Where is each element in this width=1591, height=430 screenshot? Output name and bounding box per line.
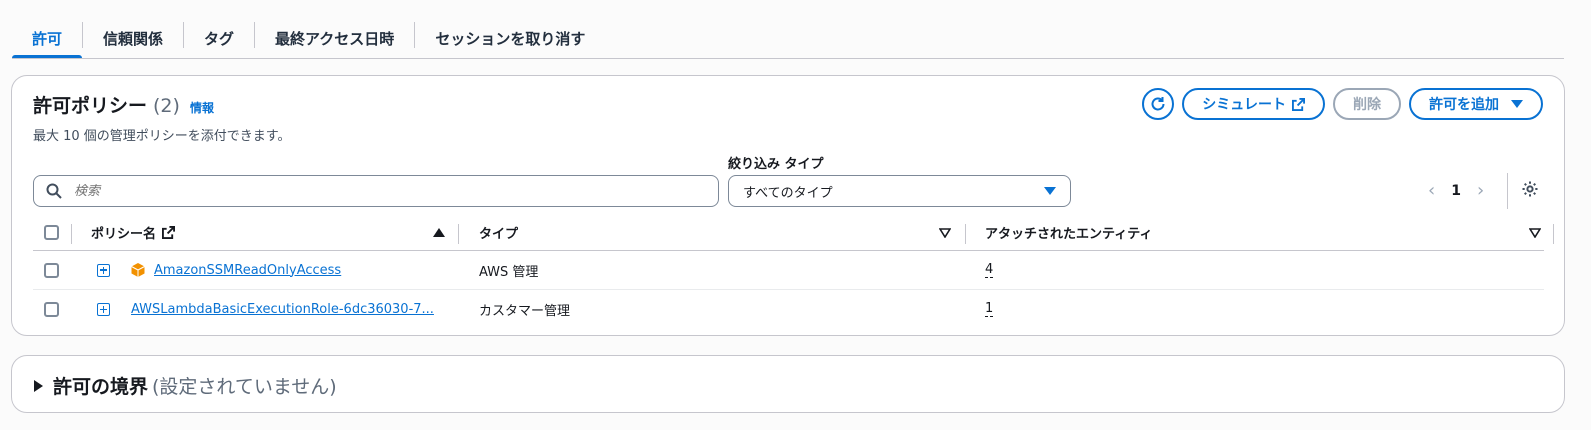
simulate-button[interactable]: シミュレート bbox=[1182, 88, 1325, 120]
policy-type: カスタマー管理 bbox=[479, 304, 571, 319]
table-row: AmazonSSMReadOnlyAccess AWS 管理 4 bbox=[33, 251, 1544, 290]
column-label: アタッチされたエンティティ bbox=[985, 227, 1153, 242]
tab-last-accessed[interactable]: 最終アクセス日時 bbox=[255, 18, 414, 58]
pager-divider bbox=[1507, 173, 1508, 209]
column-label: ポリシー名 bbox=[91, 227, 157, 242]
panel-title: 許可ポリシー bbox=[33, 95, 148, 117]
expand-row-button[interactable] bbox=[97, 290, 110, 329]
column-header-type[interactable]: タイプ bbox=[479, 215, 518, 250]
action-buttons: シミュレート 削除 許可を追加 bbox=[1142, 88, 1543, 120]
select-all-cell bbox=[44, 215, 59, 250]
info-link[interactable]: 情報 bbox=[190, 99, 214, 116]
page-number[interactable]: 1 bbox=[1451, 183, 1461, 199]
refresh-icon bbox=[1151, 97, 1165, 111]
tab-label: 許可 bbox=[32, 29, 63, 48]
search-box[interactable] bbox=[33, 175, 719, 207]
column-divider bbox=[965, 224, 966, 244]
attached-count[interactable]: 4 bbox=[985, 262, 994, 278]
caret-down-icon bbox=[1044, 187, 1056, 195]
tab-label: 信頼関係 bbox=[103, 29, 164, 48]
add-label: 許可を追加 bbox=[1429, 97, 1499, 113]
sort-icon[interactable] bbox=[1529, 215, 1541, 250]
tab-label: セッションを取り消す bbox=[435, 29, 586, 48]
policies-table: ポリシー名 タイプ アタッチされたエンティティ AmazonSSMReadOnl… bbox=[33, 215, 1554, 329]
row-select-cell bbox=[44, 251, 59, 289]
row-checkbox[interactable] bbox=[44, 302, 59, 317]
sort-ascending-icon[interactable] bbox=[433, 215, 445, 250]
select-all-checkbox[interactable] bbox=[44, 225, 59, 240]
policy-count: (2) bbox=[153, 95, 180, 117]
gear-icon bbox=[1522, 181, 1538, 197]
expand-icon bbox=[97, 303, 110, 316]
table-header: ポリシー名 タイプ アタッチされたエンティティ bbox=[33, 215, 1554, 251]
tab-label: タグ bbox=[204, 29, 235, 48]
filter-type-select[interactable]: すべてのタイプ bbox=[728, 175, 1071, 207]
expand-row-button[interactable] bbox=[97, 251, 110, 289]
tab-revoke-sessions[interactable]: セッションを取り消す bbox=[415, 18, 605, 58]
delete-label: 削除 bbox=[1353, 97, 1381, 113]
policy-link[interactable]: AmazonSSMReadOnlyAccess bbox=[154, 263, 341, 278]
search-input[interactable] bbox=[72, 182, 672, 200]
attached-entities-cell: 1 bbox=[985, 290, 994, 329]
simulate-label: シミュレート bbox=[1202, 97, 1286, 113]
panel-description: 最大 10 個の管理ポリシーを添付できます。 bbox=[33, 129, 291, 144]
permissions-policies-panel: 許可ポリシー (2) 情報 最大 10 個の管理ポリシーを添付できます。 シミュ… bbox=[11, 75, 1565, 336]
policy-name-cell: AWSLambdaBasicExecutionRole-6dc36030-7..… bbox=[131, 290, 434, 329]
boundary-header[interactable]: 許可の境界 (設定されていません) bbox=[34, 372, 337, 399]
row-select-cell bbox=[44, 290, 59, 329]
tab-tags[interactable]: タグ bbox=[184, 18, 254, 58]
permissions-boundary-panel[interactable]: 許可の境界 (設定されていません) bbox=[11, 355, 1565, 413]
pagination: ‹ 1 › bbox=[1428, 180, 1484, 201]
attached-entities-cell: 4 bbox=[985, 251, 994, 289]
column-divider bbox=[71, 224, 72, 244]
tab-permissions[interactable]: 許可 bbox=[12, 18, 83, 59]
sort-icon[interactable] bbox=[939, 215, 951, 250]
external-link-icon bbox=[1292, 97, 1305, 111]
aws-managed-policy-icon bbox=[131, 263, 145, 277]
add-permissions-button[interactable]: 許可を追加 bbox=[1409, 88, 1543, 120]
tab-label: 最終アクセス日時 bbox=[275, 29, 395, 48]
filter-type-label: 絞り込み タイプ bbox=[728, 157, 824, 172]
column-header-policy-name[interactable]: ポリシー名 bbox=[91, 215, 176, 250]
caret-down-icon bbox=[1511, 100, 1523, 108]
column-header-attached-entities[interactable]: アタッチされたエンティティ bbox=[985, 215, 1152, 250]
policy-name-cell: AmazonSSMReadOnlyAccess bbox=[130, 251, 341, 289]
caret-right-icon bbox=[34, 379, 43, 392]
boundary-title: 許可の境界 bbox=[53, 376, 149, 398]
column-divider bbox=[458, 224, 459, 244]
row-checkbox[interactable] bbox=[44, 262, 59, 278]
refresh-button[interactable] bbox=[1142, 88, 1175, 120]
table-row: AWSLambdaBasicExecutionRole-6dc36030-7..… bbox=[33, 290, 1544, 329]
boundary-status: (設定されていません) bbox=[152, 376, 337, 398]
panel-header: 許可ポリシー (2) 情報 bbox=[33, 91, 214, 118]
next-page-icon[interactable]: › bbox=[1477, 180, 1484, 201]
filter-select-value: すべてのタイプ bbox=[743, 185, 833, 201]
tabs-underline bbox=[12, 58, 1564, 59]
policy-link[interactable]: AWSLambdaBasicExecutionRole-6dc36030-7..… bbox=[131, 302, 434, 317]
delete-button[interactable]: 削除 bbox=[1333, 88, 1401, 120]
tab-trust-relationships[interactable]: 信頼関係 bbox=[83, 18, 183, 58]
column-label: タイプ bbox=[479, 227, 519, 242]
tab-bar: 許可 信頼関係 タグ 最終アクセス日時 セッションを取り消す bbox=[12, 18, 605, 59]
search-icon bbox=[46, 183, 62, 199]
policy-type: AWS 管理 bbox=[479, 264, 539, 280]
settings-button[interactable] bbox=[1521, 180, 1539, 202]
expand-icon bbox=[97, 263, 110, 277]
prev-page-icon[interactable]: ‹ bbox=[1428, 180, 1435, 201]
column-divider bbox=[1553, 224, 1554, 244]
external-link-icon bbox=[162, 226, 176, 239]
attached-count[interactable]: 1 bbox=[985, 302, 994, 317]
